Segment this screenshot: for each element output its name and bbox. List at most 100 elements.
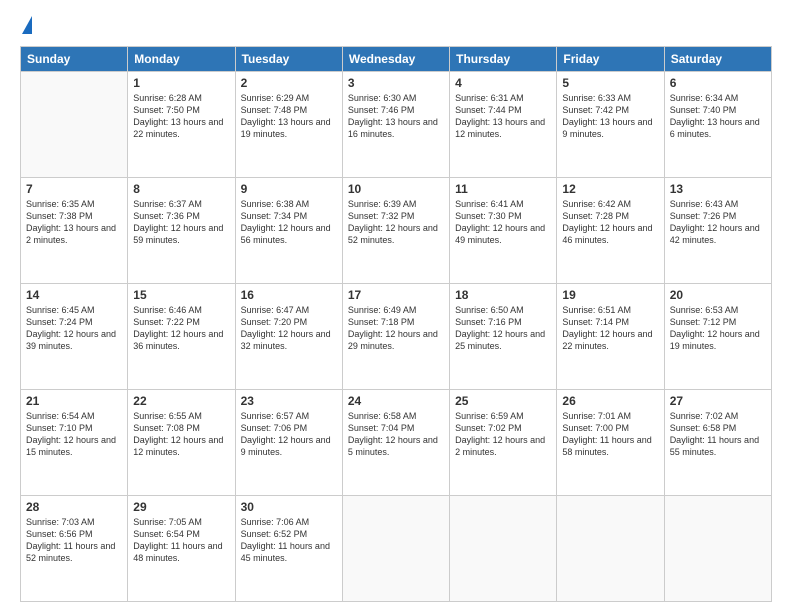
- day-number: 3: [348, 76, 444, 90]
- day-number: 24: [348, 394, 444, 408]
- calendar-cell: 1 Sunrise: 6:28 AM Sunset: 7:50 PM Daylig…: [128, 72, 235, 178]
- calendar-table: SundayMondayTuesdayWednesdayThursdayFrid…: [20, 46, 772, 602]
- cell-info: Sunrise: 6:42 AM Sunset: 7:28 PM Dayligh…: [562, 198, 658, 247]
- calendar-cell: 17 Sunrise: 6:49 AM Sunset: 7:18 PM Dayli…: [342, 284, 449, 390]
- day-number: 16: [241, 288, 337, 302]
- calendar-cell: 2Sunrise: 6:29 AM Sunset: 7:48 PM Daylig…: [235, 72, 342, 178]
- page: SundayMondayTuesdayWednesdayThursdayFrid…: [0, 0, 792, 612]
- cell-info: Sunrise: 6:39 AM Sunset: 7:32 PM Dayligh…: [348, 198, 444, 247]
- cell-info: Sunrise: 6:54 AM Sunset: 7:10 PM Dayligh…: [26, 410, 122, 459]
- calendar-cell: 26Sunrise: 7:01 AM Sunset: 7:00 PM Dayli…: [557, 390, 664, 496]
- header: [20, 16, 772, 36]
- calendar-week-row: 7 Sunrise: 6:35 AM Sunset: 7:38 PM Daylig…: [21, 178, 772, 284]
- calendar-header-row: SundayMondayTuesdayWednesdayThursdayFrid…: [21, 47, 772, 72]
- calendar-cell: 13 Sunrise: 6:43 AM Sunset: 7:26 PM Dayli…: [664, 178, 771, 284]
- day-number: 8: [133, 182, 229, 196]
- day-number: 21: [26, 394, 122, 408]
- day-number: 25: [455, 394, 551, 408]
- day-number: 11: [455, 182, 551, 196]
- calendar-cell: 15 Sunrise: 6:46 AM Sunset: 7:22 PM Dayli…: [128, 284, 235, 390]
- cell-info: Sunrise: 7:03 AM Sunset: 6:56 PM Dayligh…: [26, 516, 122, 565]
- weekday-header: Thursday: [450, 47, 557, 72]
- day-number: 9: [241, 182, 337, 196]
- calendar-cell: 24 Sunrise: 6:58 AM Sunset: 7:04 PM Dayli…: [342, 390, 449, 496]
- day-number: 20: [670, 288, 766, 302]
- weekday-header: Sunday: [21, 47, 128, 72]
- calendar-cell: 4Sunrise: 6:31 AM Sunset: 7:44 PM Daylig…: [450, 72, 557, 178]
- day-number: 14: [26, 288, 122, 302]
- cell-info: Sunrise: 6:51 AM Sunset: 7:14 PM Dayligh…: [562, 304, 658, 353]
- calendar-week-row: 1 Sunrise: 6:28 AM Sunset: 7:50 PM Daylig…: [21, 72, 772, 178]
- day-number: 7: [26, 182, 122, 196]
- calendar-cell: 5 Sunrise: 6:33 AM Sunset: 7:42 PM Daylig…: [557, 72, 664, 178]
- day-number: 6: [670, 76, 766, 90]
- calendar-cell: 6 Sunrise: 6:34 AM Sunset: 7:40 PM Daylig…: [664, 72, 771, 178]
- calendar-cell: 8 Sunrise: 6:37 AM Sunset: 7:36 PM Daylig…: [128, 178, 235, 284]
- calendar-cell: 7 Sunrise: 6:35 AM Sunset: 7:38 PM Daylig…: [21, 178, 128, 284]
- cell-info: Sunrise: 6:46 AM Sunset: 7:22 PM Dayligh…: [133, 304, 229, 353]
- cell-info: Sunrise: 6:35 AM Sunset: 7:38 PM Dayligh…: [26, 198, 122, 247]
- cell-info: Sunrise: 6:50 AM Sunset: 7:16 PM Dayligh…: [455, 304, 551, 353]
- calendar-cell: 19 Sunrise: 6:51 AM Sunset: 7:14 PM Dayli…: [557, 284, 664, 390]
- cell-info: Sunrise: 6:38 AM Sunset: 7:34 PM Dayligh…: [241, 198, 337, 247]
- weekday-header: Monday: [128, 47, 235, 72]
- cell-info: Sunrise: 6:43 AM Sunset: 7:26 PM Dayligh…: [670, 198, 766, 247]
- cell-info: Sunrise: 6:33 AM Sunset: 7:42 PM Dayligh…: [562, 92, 658, 141]
- calendar-cell: 18 Sunrise: 6:50 AM Sunset: 7:16 PM Dayli…: [450, 284, 557, 390]
- calendar-cell: 27 Sunrise: 7:02 AM Sunset: 6:58 PM Dayli…: [664, 390, 771, 496]
- cell-info: Sunrise: 6:29 AM Sunset: 7:48 PM Dayligh…: [241, 92, 337, 141]
- calendar-cell: 9 Sunrise: 6:38 AM Sunset: 7:34 PM Daylig…: [235, 178, 342, 284]
- calendar-cell: [664, 496, 771, 602]
- weekday-header: Friday: [557, 47, 664, 72]
- calendar-cell: 23Sunrise: 6:57 AM Sunset: 7:06 PM Dayli…: [235, 390, 342, 496]
- calendar-cell: 10 Sunrise: 6:39 AM Sunset: 7:32 PM Dayli…: [342, 178, 449, 284]
- calendar-cell: 29 Sunrise: 7:05 AM Sunset: 6:54 PM Dayli…: [128, 496, 235, 602]
- day-number: 15: [133, 288, 229, 302]
- calendar-week-row: 21 Sunrise: 6:54 AM Sunset: 7:10 PM Dayli…: [21, 390, 772, 496]
- cell-info: Sunrise: 6:47 AM Sunset: 7:20 PM Dayligh…: [241, 304, 337, 353]
- day-number: 27: [670, 394, 766, 408]
- day-number: 18: [455, 288, 551, 302]
- day-number: 30: [241, 500, 337, 514]
- cell-info: Sunrise: 6:41 AM Sunset: 7:30 PM Dayligh…: [455, 198, 551, 247]
- calendar-cell: [450, 496, 557, 602]
- weekday-header: Saturday: [664, 47, 771, 72]
- calendar-cell: 22Sunrise: 6:55 AM Sunset: 7:08 PM Dayli…: [128, 390, 235, 496]
- day-number: 5: [562, 76, 658, 90]
- cell-info: Sunrise: 6:49 AM Sunset: 7:18 PM Dayligh…: [348, 304, 444, 353]
- weekday-header: Tuesday: [235, 47, 342, 72]
- day-number: 10: [348, 182, 444, 196]
- calendar-week-row: 14 Sunrise: 6:45 AM Sunset: 7:24 PM Dayli…: [21, 284, 772, 390]
- calendar-cell: 30 Sunrise: 7:06 AM Sunset: 6:52 PM Dayli…: [235, 496, 342, 602]
- calendar-cell: 3 Sunrise: 6:30 AM Sunset: 7:46 PM Daylig…: [342, 72, 449, 178]
- cell-info: Sunrise: 7:06 AM Sunset: 6:52 PM Dayligh…: [241, 516, 337, 565]
- day-number: 1: [133, 76, 229, 90]
- cell-info: Sunrise: 6:30 AM Sunset: 7:46 PM Dayligh…: [348, 92, 444, 141]
- calendar-cell: [21, 72, 128, 178]
- calendar-cell: 16 Sunrise: 6:47 AM Sunset: 7:20 PM Dayli…: [235, 284, 342, 390]
- day-number: 28: [26, 500, 122, 514]
- calendar-cell: 11 Sunrise: 6:41 AM Sunset: 7:30 PM Dayli…: [450, 178, 557, 284]
- calendar-cell: [342, 496, 449, 602]
- cell-info: Sunrise: 6:34 AM Sunset: 7:40 PM Dayligh…: [670, 92, 766, 141]
- cell-info: Sunrise: 7:01 AM Sunset: 7:00 PM Dayligh…: [562, 410, 658, 459]
- calendar-cell: 20 Sunrise: 6:53 AM Sunset: 7:12 PM Dayli…: [664, 284, 771, 390]
- cell-info: Sunrise: 6:28 AM Sunset: 7:50 PM Dayligh…: [133, 92, 229, 141]
- cell-info: Sunrise: 6:58 AM Sunset: 7:04 PM Dayligh…: [348, 410, 444, 459]
- cell-info: Sunrise: 6:59 AM Sunset: 7:02 PM Dayligh…: [455, 410, 551, 459]
- cell-info: Sunrise: 6:45 AM Sunset: 7:24 PM Dayligh…: [26, 304, 122, 353]
- calendar-cell: [557, 496, 664, 602]
- cell-info: Sunrise: 7:05 AM Sunset: 6:54 PM Dayligh…: [133, 516, 229, 565]
- cell-info: Sunrise: 6:53 AM Sunset: 7:12 PM Dayligh…: [670, 304, 766, 353]
- cell-info: Sunrise: 7:02 AM Sunset: 6:58 PM Dayligh…: [670, 410, 766, 459]
- day-number: 19: [562, 288, 658, 302]
- calendar-cell: 28 Sunrise: 7:03 AM Sunset: 6:56 PM Dayli…: [21, 496, 128, 602]
- day-number: 17: [348, 288, 444, 302]
- logo: [20, 16, 32, 36]
- weekday-header: Wednesday: [342, 47, 449, 72]
- day-number: 22: [133, 394, 229, 408]
- cell-info: Sunrise: 6:37 AM Sunset: 7:36 PM Dayligh…: [133, 198, 229, 247]
- logo-triangle-icon: [22, 16, 32, 34]
- day-number: 13: [670, 182, 766, 196]
- day-number: 29: [133, 500, 229, 514]
